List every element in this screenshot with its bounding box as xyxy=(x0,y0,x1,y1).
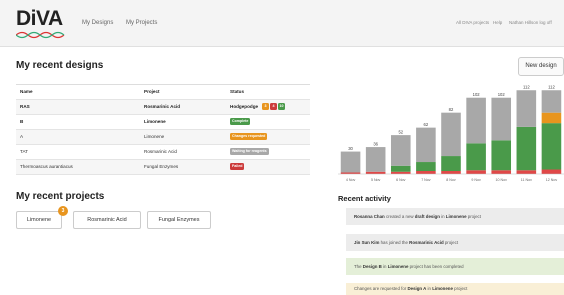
chart-bar-segment xyxy=(541,123,562,170)
chart-tick-label: 12 Nov xyxy=(546,178,558,182)
status-mini-badge: 10 xyxy=(278,103,285,110)
top-navbar: DiVA My Designs My Projects All DIVA pro… xyxy=(0,0,564,47)
status-badge: Complete xyxy=(230,118,251,125)
design-project[interactable]: Limonene xyxy=(144,134,164,139)
chart-bar-segment xyxy=(541,112,562,124)
activity-item: Rosanna Chan created a new draft design … xyxy=(346,208,564,225)
status-badge: Changes requested xyxy=(230,133,268,140)
chart-bar-segment xyxy=(541,169,562,174)
project-rosmarinic-button[interactable]: Rosmarinic Acid xyxy=(73,211,141,229)
chart-bar-segment xyxy=(416,127,436,163)
chart-data-label: 62 xyxy=(424,122,429,127)
chart-data-label: 82 xyxy=(449,107,454,112)
chart-bar-segment xyxy=(466,170,486,174)
design-project[interactable]: Limonene xyxy=(144,119,166,124)
design-name[interactable]: TAT xyxy=(20,149,28,154)
chart-bar-segment xyxy=(491,140,512,171)
activity-item: Changes are requested for Design A in Li… xyxy=(346,283,564,295)
chart-bar-segment xyxy=(416,171,436,174)
chart-bar-segment xyxy=(491,97,512,141)
logo-text: DiVA xyxy=(16,7,63,30)
chart-tick-label: 11 Nov xyxy=(521,178,532,182)
col-project-header: Project xyxy=(144,89,160,94)
diva-logo[interactable]: DiVA xyxy=(16,8,68,40)
status-badge: Waiting for reagents xyxy=(230,148,269,155)
design-name[interactable]: Thermoascus aurantiacus xyxy=(20,164,73,169)
chart-bar-segment xyxy=(541,90,562,113)
chart-tick-label: 10 Nov xyxy=(496,178,508,182)
design-name[interactable]: B xyxy=(20,119,23,124)
nav-user-logoff[interactable]: Nathan Hillson log off xyxy=(509,20,552,25)
table-row[interactable]: Thermoascus aurantiacus Fungal Enzymes F… xyxy=(16,160,310,175)
table-row[interactable]: TAT Rosmarinic Acid Waiting for reagents xyxy=(16,145,310,160)
status-mini-badge: 4 xyxy=(270,103,277,110)
activity-title: Recent activity xyxy=(338,194,391,203)
chart-bar-segment xyxy=(516,126,537,171)
chart-data-label: 52 xyxy=(398,130,403,135)
status-text: Hodgepodge xyxy=(230,104,259,109)
chart-tick-label: 6 Nov xyxy=(396,178,406,182)
designs-table: Name Project Status RAS Rosmarinic Acid … xyxy=(16,84,310,175)
status-mini-badge: 3 xyxy=(262,103,269,110)
chart-bar-segment xyxy=(466,97,486,144)
chart-data-label: 112 xyxy=(548,85,555,90)
chart-bar-segment xyxy=(390,135,411,166)
chart-data-label: 112 xyxy=(523,85,530,90)
chart-bar-segment xyxy=(340,151,361,173)
chart-bar-segment xyxy=(390,165,411,172)
table-row[interactable]: RAS Rosmarinic Acid Hodgepodge 3 4 10 xyxy=(16,100,310,115)
chart-tick-label: 8 Nov xyxy=(446,178,456,182)
designs-title: My recent designs xyxy=(16,60,104,71)
design-project[interactable]: Fungal Enzymes xyxy=(144,164,178,169)
chart-data-label: 30 xyxy=(348,146,353,151)
notification-badge: 3 xyxy=(58,206,68,216)
project-fungal-button[interactable]: Fungal Enzymes xyxy=(147,211,211,229)
table-row[interactable]: A Limonene Changes requested xyxy=(16,130,310,145)
chart-bar-segment xyxy=(441,156,461,172)
chart-bar-segment xyxy=(516,170,537,174)
design-name[interactable]: A xyxy=(20,134,23,139)
projects-title: My recent projects xyxy=(16,191,105,202)
chart-bar-segment xyxy=(365,171,386,174)
col-status-header: Status xyxy=(230,89,245,94)
nav-all-projects[interactable]: All DIVA projects xyxy=(456,20,489,25)
table-row[interactable]: B Limonene Complete xyxy=(16,115,310,130)
chart-bar-segment xyxy=(516,90,537,127)
status-badge: Failed xyxy=(230,163,245,170)
nav-my-projects[interactable]: My Projects xyxy=(126,20,157,26)
chart-tick-label: 4 Nov xyxy=(346,178,356,182)
new-design-button[interactable]: New design xyxy=(518,57,564,76)
chart-bar-segment xyxy=(441,112,461,157)
chart-data-label: 102 xyxy=(498,92,506,97)
designs-status-chart: 30 4 Nov 36 5 Nov 52 6 Nov 62 7 Nov 82 8 Nov 102 9 … xyxy=(338,85,564,182)
chart-bar-segment xyxy=(491,170,512,174)
dna-helix-icon xyxy=(16,31,65,39)
activity-item: Jin Sun Kim has joined the Rosmarinic Ac… xyxy=(346,234,564,251)
design-project[interactable]: Rosmarinic Acid xyxy=(144,104,180,109)
nav-help[interactable]: Help xyxy=(493,20,502,25)
chart-bar-segment xyxy=(390,171,411,174)
chart-bar-segment xyxy=(365,147,386,172)
chart-bar-segment xyxy=(466,143,486,171)
chart-data-label: 102 xyxy=(473,92,481,97)
design-name[interactable]: RAS xyxy=(20,104,30,109)
col-name-header: Name xyxy=(20,89,33,94)
chart-tick-label: 9 Nov xyxy=(471,178,481,182)
nav-my-designs[interactable]: My Designs xyxy=(82,20,113,26)
chart-tick-label: 5 Nov xyxy=(371,178,381,182)
chart-data-label: 36 xyxy=(373,142,378,147)
chart-bar-segment xyxy=(416,162,436,172)
chart-bar-segment xyxy=(441,171,461,174)
activity-item: The Design B in Limonene project has bee… xyxy=(346,258,564,275)
project-limonene-button[interactable]: Limonene xyxy=(16,211,62,229)
chart-tick-label: 7 Nov xyxy=(421,178,431,182)
design-project[interactable]: Rosmarinic Acid xyxy=(144,149,177,154)
table-header-row: Name Project Status xyxy=(16,85,310,100)
